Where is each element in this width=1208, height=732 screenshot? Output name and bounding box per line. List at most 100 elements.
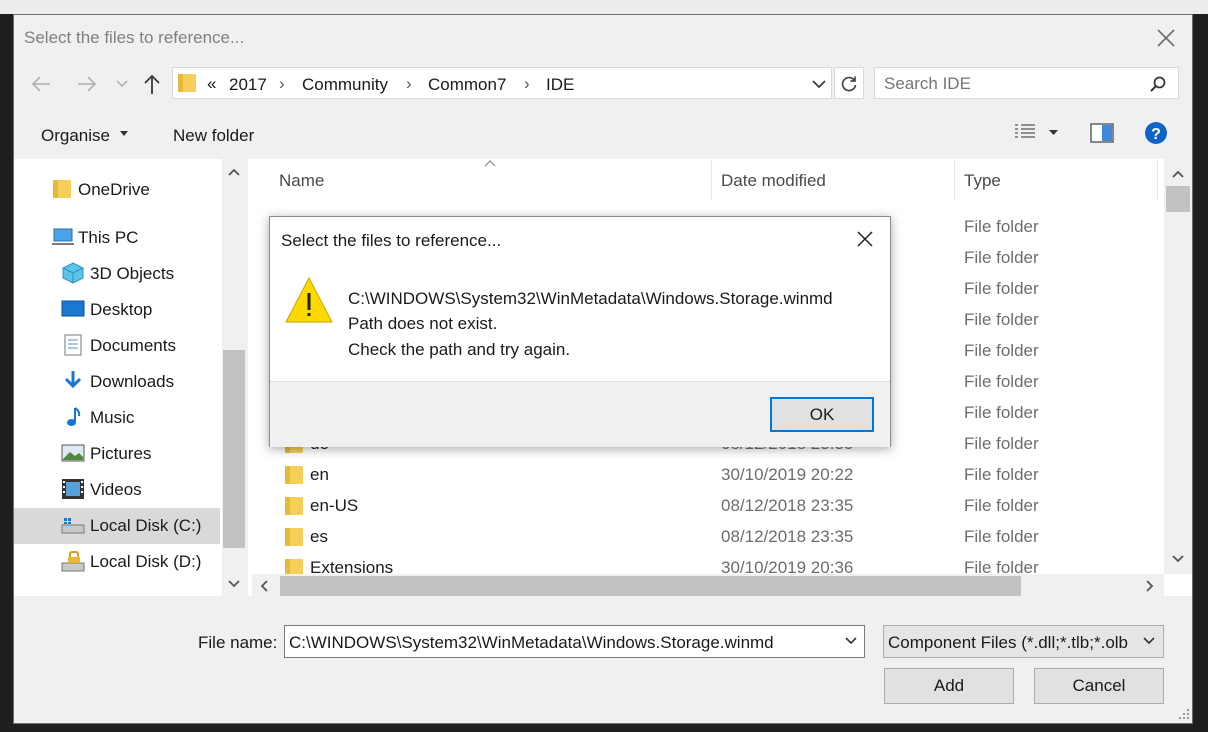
file-name-dropdown-icon[interactable] bbox=[845, 637, 857, 645]
resize-grip-icon[interactable] bbox=[1178, 708, 1190, 720]
row-date: 08/12/2018 23:35 bbox=[721, 527, 854, 546]
search-icon[interactable] bbox=[1149, 75, 1167, 93]
view-dropdown-icon[interactable] bbox=[1049, 130, 1058, 135]
help-icon[interactable]: ? bbox=[1144, 121, 1168, 145]
add-button[interactable]: Add bbox=[884, 668, 1014, 704]
onedrive-folder-icon bbox=[53, 180, 71, 198]
breadcrumb-separator-icon[interactable]: › bbox=[279, 74, 285, 94]
folder-icon bbox=[285, 528, 303, 546]
file-type-filter[interactable]: Component Files (*.dll;*.tlb;*.olb bbox=[883, 625, 1164, 658]
organise-button[interactable]: Organise bbox=[41, 126, 110, 146]
message-error-text: Path does not exist. bbox=[348, 314, 498, 333]
breadcrumb-item-ide[interactable]: IDE bbox=[546, 75, 574, 95]
recent-locations-chevron-icon[interactable] bbox=[116, 80, 128, 88]
nav-item-videos[interactable]: Videos bbox=[90, 480, 142, 500]
svg-text:?: ? bbox=[1151, 126, 1161, 143]
scroll-up-icon[interactable] bbox=[1172, 170, 1184, 178]
scroll-down-icon[interactable] bbox=[1172, 555, 1184, 563]
nav-item-3d-objects[interactable]: 3D Objects bbox=[90, 264, 174, 284]
row-date: 30/10/2019 20:22 bbox=[721, 465, 854, 484]
search-input[interactable] bbox=[882, 72, 1136, 96]
vertical-scrollbar-thumb[interactable] bbox=[1166, 186, 1190, 212]
up-arrow-icon[interactable] bbox=[142, 73, 162, 95]
organise-dropdown-icon bbox=[120, 131, 128, 136]
nav-scroll-up-icon[interactable] bbox=[228, 168, 240, 176]
nav-item-pictures[interactable]: Pictures bbox=[90, 444, 151, 464]
column-header-name[interactable]: Name bbox=[279, 171, 324, 191]
local-disk-c-icon bbox=[61, 518, 85, 534]
cell-type: File folder bbox=[964, 341, 1039, 360]
nav-item-desktop[interactable]: Desktop bbox=[90, 300, 152, 320]
breadcrumb-separator-icon[interactable]: › bbox=[406, 74, 412, 94]
preview-pane-icon[interactable] bbox=[1090, 123, 1114, 143]
breadcrumb-item-2017[interactable]: 2017 bbox=[229, 75, 267, 95]
cell-type: File folder bbox=[964, 310, 1039, 329]
nav-item-this-pc[interactable]: This PC bbox=[78, 228, 138, 248]
documents-icon bbox=[64, 334, 82, 356]
dialog-title: Select the files to reference... bbox=[24, 28, 245, 47]
message-box-close-icon[interactable] bbox=[855, 229, 875, 249]
nav-item-downloads[interactable]: Downloads bbox=[90, 372, 174, 392]
cell-type: File folder bbox=[964, 248, 1039, 267]
pictures-icon bbox=[61, 444, 85, 462]
cell-type: File folder bbox=[964, 279, 1039, 298]
nav-item-onedrive[interactable]: OneDrive bbox=[78, 180, 150, 200]
file-name-label: File name: bbox=[198, 633, 278, 652]
breadcrumb-item-common7[interactable]: Common7 bbox=[428, 75, 506, 95]
nav-item-local-disk-d[interactable]: Local Disk (D:) bbox=[90, 552, 201, 572]
breadcrumb-item-community[interactable]: Community bbox=[302, 75, 388, 95]
row-name[interactable]: en bbox=[310, 465, 329, 485]
table-row[interactable] bbox=[252, 491, 1152, 522]
this-pc-icon bbox=[52, 228, 74, 245]
sort-ascending-icon bbox=[484, 160, 496, 167]
table-row[interactable] bbox=[252, 522, 1152, 553]
downloads-icon bbox=[64, 371, 82, 389]
row-date: 08/12/2018 23:35 bbox=[721, 496, 854, 515]
cell-type: File folder bbox=[964, 372, 1039, 391]
scroll-left-icon[interactable] bbox=[260, 580, 268, 592]
nav-item-music[interactable]: Music bbox=[90, 408, 134, 428]
column-divider[interactable] bbox=[1157, 160, 1158, 200]
3d-objects-icon bbox=[62, 262, 84, 284]
breadcrumb-separator-icon[interactable]: › bbox=[524, 74, 530, 94]
row-name[interactable]: es bbox=[310, 527, 328, 547]
videos-icon bbox=[62, 479, 84, 499]
ok-button[interactable]: OK bbox=[770, 397, 874, 432]
nav-item-local-disk-c[interactable]: Local Disk (C:) bbox=[90, 516, 201, 536]
back-arrow-icon[interactable] bbox=[30, 74, 52, 94]
breadcrumb-overflow[interactable]: « bbox=[207, 74, 216, 94]
cancel-button[interactable]: Cancel bbox=[1034, 668, 1164, 704]
warning-icon bbox=[285, 276, 333, 323]
nav-scrollbar-thumb[interactable] bbox=[223, 350, 245, 548]
music-icon bbox=[67, 407, 81, 426]
folder-icon bbox=[178, 74, 196, 92]
scroll-right-icon[interactable] bbox=[1146, 580, 1154, 592]
row-name[interactable]: en-US bbox=[310, 496, 358, 516]
folder-icon bbox=[285, 466, 303, 484]
file-type-filter-value: Component Files (*.dll;*.tlb;*.olb bbox=[888, 633, 1129, 652]
close-icon[interactable] bbox=[1154, 26, 1178, 50]
message-box-title: Select the files to reference... bbox=[281, 231, 502, 250]
cell-type: File folder bbox=[964, 403, 1039, 422]
refresh-icon bbox=[841, 76, 857, 92]
column-header-type[interactable]: Type bbox=[964, 171, 1001, 191]
local-disk-d-icon bbox=[61, 551, 85, 572]
view-details-icon[interactable] bbox=[1014, 123, 1036, 141]
new-folder-button[interactable]: New folder bbox=[173, 126, 254, 146]
cell-type: File folder bbox=[964, 217, 1039, 236]
address-dropdown-chevron-icon[interactable] bbox=[812, 80, 826, 89]
file-list-vertical-scrollbar[interactable] bbox=[1164, 159, 1192, 574]
column-divider[interactable] bbox=[954, 160, 955, 200]
filter-dropdown-icon[interactable] bbox=[1143, 637, 1155, 645]
file-name-input[interactable]: C:\WINDOWS\System32\WinMetadata\Windows.… bbox=[289, 633, 774, 653]
nav-item-documents[interactable]: Documents bbox=[90, 336, 176, 356]
column-divider[interactable] bbox=[711, 160, 712, 200]
table-row[interactable] bbox=[252, 460, 1152, 491]
horizontal-scrollbar-thumb[interactable] bbox=[280, 576, 1021, 596]
forward-arrow-icon[interactable] bbox=[76, 74, 98, 94]
column-header-date[interactable]: Date modified bbox=[721, 171, 826, 191]
background-window-strip bbox=[0, 0, 1208, 14]
nav-scroll-down-icon[interactable] bbox=[228, 580, 240, 588]
folder-icon bbox=[285, 497, 303, 515]
message-path-text: C:\WINDOWS\System32\WinMetadata\Windows.… bbox=[348, 289, 833, 308]
